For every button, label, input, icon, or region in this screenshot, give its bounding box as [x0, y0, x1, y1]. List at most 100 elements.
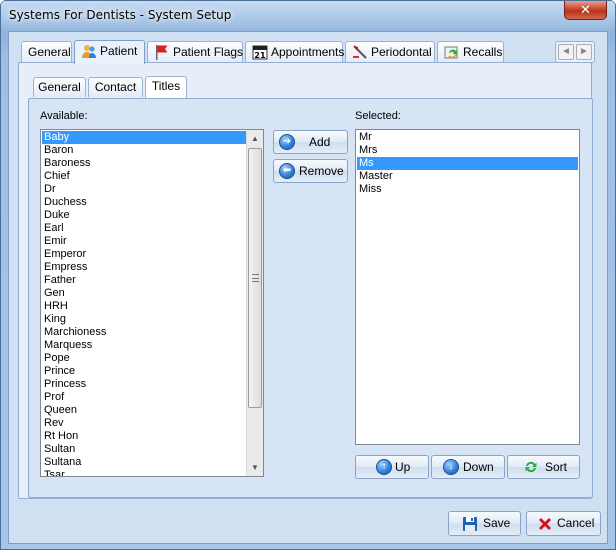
list-item[interactable]: Prof — [42, 391, 247, 404]
calendar-icon: 21 — [252, 44, 268, 60]
list-item[interactable]: Baby — [42, 131, 247, 144]
list-item[interactable]: HRH — [42, 300, 247, 313]
list-item[interactable]: Mr — [357, 131, 578, 144]
subtab-label: General — [38, 80, 81, 94]
down-button-label: Down — [463, 460, 494, 474]
cancel-button-label: Cancel — [557, 516, 595, 530]
sort-button-label: Sort — [545, 460, 568, 474]
list-item[interactable]: Duchess — [42, 196, 247, 209]
available-items: Baby Baron Baroness Chief Dr Duchess Duke Earl E… — [42, 131, 247, 476]
list-item[interactable]: Mrs — [357, 144, 578, 157]
list-item[interactable]: Marchioness — [42, 326, 247, 339]
list-item[interactable]: Emir — [42, 235, 247, 248]
scroll-down-icon[interactable]: ▼ — [247, 459, 263, 476]
titles-panel: Available: Selected: Baby Baron Baroness Ch… — [28, 98, 593, 498]
list-item[interactable]: Ms — [357, 157, 578, 170]
tab-periodontal[interactable]: Periodontal — [345, 41, 435, 63]
tab-recalls[interactable]: Recalls — [437, 41, 504, 63]
tab-label: Appointments — [271, 45, 345, 59]
arrow-right-circle-icon: ➔ — [279, 134, 295, 150]
grip-icon — [252, 274, 259, 282]
tab-patient[interactable]: Patient — [74, 40, 145, 64]
list-item[interactable]: Father — [42, 274, 247, 287]
up-button-label: Up — [395, 460, 411, 474]
subtab-label: Contact — [94, 80, 137, 94]
list-item[interactable]: Rt Hon — [42, 430, 247, 443]
available-label: Available: — [40, 110, 88, 122]
list-item[interactable]: Tsar — [42, 469, 247, 476]
selected-titles-list[interactable]: Mr Mrs Ms Master Miss — [355, 129, 580, 445]
subtab-general[interactable]: General — [33, 77, 86, 97]
move-up-button[interactable]: ↑ Up — [355, 455, 429, 479]
arrow-down-circle-icon: ↓ — [443, 459, 459, 475]
tab-scroll-left-button[interactable]: ◄ — [558, 44, 574, 60]
arrow-left-icon: ◄ — [561, 46, 571, 57]
add-button[interactable]: ➔ Add — [273, 130, 348, 154]
arrow-right-icon: ► — [579, 46, 589, 57]
list-item[interactable]: King — [42, 313, 247, 326]
tab-general[interactable]: General — [21, 41, 72, 63]
selected-items: Mr Mrs Ms Master Miss — [357, 131, 578, 196]
list-item[interactable]: Empress — [42, 261, 247, 274]
remove-button-label: Remove — [299, 164, 344, 178]
recall-icon — [444, 44, 460, 60]
arrow-left-circle-icon: ⬅ — [279, 163, 295, 179]
list-item[interactable]: Chief — [42, 170, 247, 183]
sort-button[interactable]: Sort — [507, 455, 580, 479]
subtab-titles[interactable]: Titles — [145, 76, 187, 98]
cancel-x-icon — [537, 516, 553, 532]
tab-scroll-right-button[interactable]: ► — [576, 44, 592, 60]
sort-refresh-icon — [523, 459, 539, 475]
close-icon: ✕ — [580, 2, 591, 17]
selected-label: Selected: — [355, 110, 401, 122]
list-item[interactable]: Queen — [42, 404, 247, 417]
flag-icon — [154, 44, 170, 60]
save-button[interactable]: Save — [448, 511, 521, 536]
list-item[interactable]: Princess — [42, 378, 247, 391]
tab-label: Periodontal — [371, 45, 432, 59]
list-item[interactable]: Pope — [42, 352, 247, 365]
list-item[interactable]: Duke — [42, 209, 247, 222]
subtab-label: Titles — [151, 79, 181, 93]
available-titles-list[interactable]: Baby Baron Baroness Chief Dr Duchess Duke Earl E… — [40, 129, 264, 477]
list-item[interactable]: Rev — [42, 417, 247, 430]
list-item[interactable]: Sultan — [42, 443, 247, 456]
list-item[interactable]: Sultana — [42, 456, 247, 469]
tab-label: Patient — [100, 44, 138, 58]
title-bar[interactable]: Systems For Dentists - System Setup ✕ — [1, 1, 615, 31]
list-item[interactable]: Master — [357, 170, 578, 183]
system-setup-window: Systems For Dentists - System Setup ✕ Ge… — [0, 0, 616, 550]
tab-label: Patient Flags — [173, 45, 244, 59]
tab-appointments[interactable]: 21 Appointments — [245, 41, 345, 63]
window-title: Systems For Dentists - System Setup — [9, 8, 232, 22]
tab-label: General — [28, 45, 71, 59]
setup-client-area: General Patient Patient Flags 21 Appoint… — [8, 31, 608, 544]
list-item[interactable]: Baron — [42, 144, 247, 157]
list-item[interactable]: Earl — [42, 222, 247, 235]
subtab-contact[interactable]: Contact — [88, 77, 143, 97]
save-button-label: Save — [483, 516, 511, 530]
arrow-up-circle-icon: ↑ — [376, 459, 392, 475]
list-item[interactable]: Prince — [42, 365, 247, 378]
list-item[interactable]: Miss — [357, 183, 578, 196]
add-button-label: Add — [309, 135, 331, 149]
patient-tab-panel: General Contact Titles Available: Select… — [18, 62, 593, 499]
cancel-button[interactable]: Cancel — [526, 511, 601, 536]
list-item[interactable]: Gen — [42, 287, 247, 300]
svg-text:21: 21 — [254, 51, 266, 60]
scroll-thumb[interactable] — [248, 148, 262, 408]
remove-button[interactable]: ⬅ Remove — [273, 159, 348, 183]
list-item[interactable]: Marquess — [42, 339, 247, 352]
close-button[interactable]: ✕ — [564, 1, 607, 20]
list-item[interactable]: Emperor — [42, 248, 247, 261]
tab-patient-flags[interactable]: Patient Flags — [147, 41, 243, 63]
tab-scroll-arrows: ◄ ► — [555, 41, 595, 63]
scroll-up-icon[interactable]: ▲ — [247, 130, 263, 147]
move-down-button[interactable]: ↓ Down — [431, 455, 505, 479]
probe-icon — [352, 44, 368, 60]
list-item[interactable]: Dr — [42, 183, 247, 196]
save-disk-icon — [462, 516, 478, 532]
available-scrollbar[interactable]: ▲ ▼ — [246, 130, 263, 476]
list-item[interactable]: Baroness — [42, 157, 247, 170]
tab-label: Recalls — [463, 45, 503, 59]
